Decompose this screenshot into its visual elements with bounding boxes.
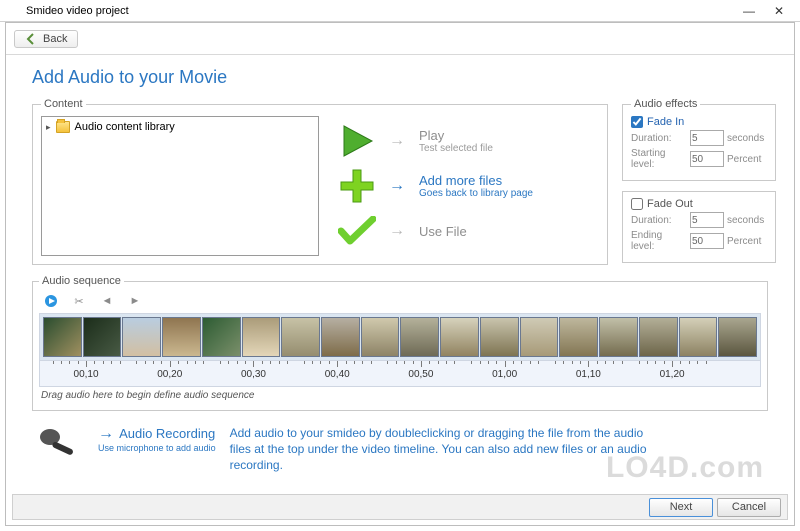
play-action[interactable]: → Play Test selected file [337, 122, 533, 160]
toolbar: Back [6, 23, 794, 55]
fadeout-level-unit: Percent [727, 236, 767, 247]
ruler-label: 00,30 [241, 369, 266, 380]
fadeout-toggle[interactable]: Fade Out [631, 198, 767, 210]
fadein-checkbox[interactable] [631, 116, 643, 128]
next-button[interactable]: Next [649, 498, 713, 517]
microphone-icon [36, 425, 84, 465]
fadein-level-input[interactable] [690, 151, 724, 167]
play-icon [337, 122, 377, 160]
play-sub: Test selected file [419, 143, 493, 154]
ruler-label: 01,20 [660, 369, 685, 380]
audio-sequence-fieldset: Audio sequence ✂ ◄ ► 00,10 00,20 00,30 00,4… [32, 275, 768, 411]
check-icon [337, 212, 377, 250]
tree-expand-icon[interactable]: ▸ [46, 122, 51, 133]
thumb[interactable] [639, 317, 678, 357]
ruler-label: 00,10 [74, 369, 99, 380]
ruler-label: 00,50 [408, 369, 433, 380]
use-title: Use File [419, 224, 467, 239]
thumb[interactable] [559, 317, 598, 357]
thumb[interactable] [321, 317, 360, 357]
sequence-toolbar: ✂ ◄ ► [39, 291, 761, 313]
thumb[interactable] [242, 317, 281, 357]
folder-icon [56, 121, 70, 133]
sequence-legend: Audio sequence [39, 275, 124, 287]
titlebar: Smideo video project ― ✕ [0, 0, 800, 22]
thumb[interactable] [162, 317, 201, 357]
thumb[interactable] [361, 317, 400, 357]
seq-prev-button[interactable]: ◄ [99, 293, 115, 309]
recording-sub: Use microphone to add audio [98, 443, 216, 453]
use-file-action[interactable]: → Use File [337, 212, 533, 250]
fadeout-duration-label: Duration: [631, 215, 687, 226]
plus-icon [337, 167, 377, 205]
fadein-level-label: Starting level: [631, 148, 687, 170]
add-sub: Goes back to library page [419, 188, 533, 199]
drop-hint: Drag audio here to begin define audio se… [39, 387, 761, 404]
fadeout-duration-input[interactable] [690, 212, 724, 228]
arrow-icon: → [389, 222, 405, 240]
audio-library-tree[interactable]: ▸ Audio content library [41, 116, 319, 256]
fadein-level-unit: Percent [727, 154, 767, 165]
thumb[interactable] [679, 317, 718, 357]
thumb[interactable] [599, 317, 638, 357]
recording-title: Audio Recording [119, 426, 215, 441]
seq-cut-button[interactable]: ✂ [71, 293, 87, 309]
recording-description: Add audio to your smideo by doubleclicki… [230, 425, 660, 474]
window-title: Smideo video project [26, 5, 129, 17]
fadein-duration-input[interactable] [690, 130, 724, 146]
thumb[interactable] [281, 317, 320, 357]
play-title: Play [419, 128, 493, 143]
thumb[interactable] [43, 317, 82, 357]
cancel-button[interactable]: Cancel [717, 498, 781, 517]
back-label: Back [43, 33, 67, 45]
arrow-icon: → [98, 425, 114, 442]
thumb[interactable] [122, 317, 161, 357]
audio-recording-link[interactable]: → Audio Recording Use microphone to add … [98, 425, 216, 453]
thumb[interactable] [440, 317, 479, 357]
add-files-action[interactable]: → Add more files Goes back to library pa… [337, 167, 533, 205]
audio-effects-fieldset: Audio effects Fade In Duration: seconds … [622, 98, 776, 181]
seq-play-button[interactable] [43, 293, 59, 309]
back-arrow-icon [25, 33, 37, 45]
close-button[interactable]: ✕ [764, 4, 794, 18]
thumb[interactable] [400, 317, 439, 357]
content-fieldset: Content ▸ Audio content library [32, 98, 608, 265]
fadeout-label: Fade Out [647, 198, 693, 210]
fadeout-level-label: Ending level: [631, 230, 687, 252]
content-legend: Content [41, 98, 86, 110]
effects-legend: Audio effects [631, 98, 700, 110]
library-root-item[interactable]: ▸ Audio content library [46, 121, 314, 133]
fadein-duration-label: Duration: [631, 133, 687, 144]
thumb[interactable] [83, 317, 122, 357]
fadeout-duration-unit: seconds [727, 215, 767, 226]
thumb[interactable] [520, 317, 559, 357]
arrow-icon: → [389, 132, 405, 150]
footer-bar: Next Cancel [12, 494, 788, 520]
thumb[interactable] [202, 317, 241, 357]
app-icon [6, 4, 20, 18]
page-title: Add Audio to your Movie [32, 67, 768, 88]
back-button[interactable]: Back [14, 30, 78, 48]
add-title: Add more files [419, 173, 533, 188]
fadein-toggle[interactable]: Fade In [631, 116, 767, 128]
ruler-label: 01,00 [492, 369, 517, 380]
timeline-ruler[interactable]: 00,10 00,20 00,30 00,40 00,50 01,00 01,10 01,20 [39, 361, 761, 387]
thumb[interactable] [718, 317, 757, 357]
ruler-label: 00,40 [325, 369, 350, 380]
thumbnail-strip[interactable] [39, 313, 761, 361]
ruler-label: 01,10 [576, 369, 601, 380]
fadeout-fieldset: Fade Out Duration: seconds Ending level:… [622, 191, 776, 263]
arrow-icon: → [389, 177, 405, 195]
fadein-duration-unit: seconds [727, 133, 767, 144]
fadeout-checkbox[interactable] [631, 198, 643, 210]
fadeout-level-input[interactable] [690, 233, 724, 249]
fadein-label: Fade In [647, 116, 684, 128]
seq-next-button[interactable]: ► [127, 293, 143, 309]
ruler-label: 00,20 [157, 369, 182, 380]
thumb[interactable] [480, 317, 519, 357]
minimize-button[interactable]: ― [734, 4, 764, 18]
library-root-label: Audio content library [75, 121, 175, 133]
